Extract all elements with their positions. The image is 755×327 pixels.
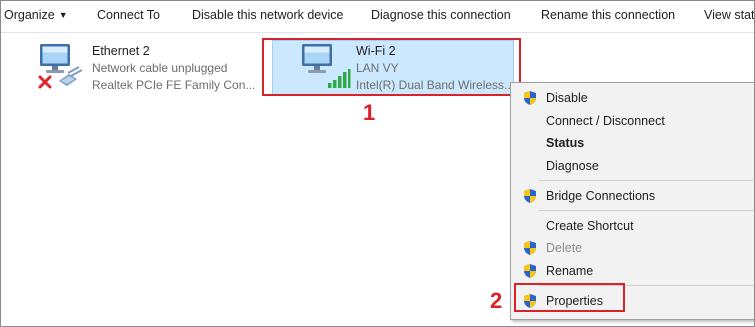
uac-shield-icon <box>524 264 536 278</box>
ethernet-device: Realtek PCIe FE Family Con... <box>92 78 256 92</box>
highlight-box-step1 <box>262 38 521 96</box>
menu-item-disable[interactable]: Disable <box>511 87 754 109</box>
connect-to-button[interactable]: Connect To <box>97 8 160 22</box>
menu-item-bridge-connections[interactable]: Bridge Connections <box>511 185 754 207</box>
menu-separator <box>539 180 753 181</box>
uac-shield-icon <box>524 189 536 203</box>
menu-item-connect-disconnect[interactable]: Connect / Disconnect <box>511 110 754 132</box>
ethernet-status: Network cable unplugged <box>92 61 228 75</box>
view-status-button[interactable]: View status of this connection <box>704 8 754 22</box>
menu-item-label: Status <box>546 136 585 150</box>
menu-separator <box>539 210 753 211</box>
menu-item-label: Connect / Disconnect <box>546 114 665 128</box>
uac-shield-icon <box>524 241 536 255</box>
menu-item-label: Create Shortcut <box>546 219 634 233</box>
organize-label: Organize <box>4 8 55 22</box>
diagnose-button[interactable]: Diagnose this connection <box>371 8 511 22</box>
red-x-disconnected-icon <box>38 75 52 89</box>
menu-item-rename[interactable]: Rename <box>511 260 754 282</box>
organize-button[interactable]: Organize ▼ <box>4 8 68 22</box>
rename-button[interactable]: Rename this connection <box>541 8 675 22</box>
menu-item-label: Diagnose <box>546 159 599 173</box>
menu-item-label: Disable <box>546 91 588 105</box>
menu-item-label: Rename <box>546 264 594 278</box>
menu-item-create-shortcut[interactable]: Create Shortcut <box>511 215 754 237</box>
menu-item-diagnose[interactable]: Diagnose <box>511 155 754 177</box>
disable-device-button[interactable]: Disable this network device <box>192 8 343 22</box>
ethernet-adapter-tile[interactable]: Ethernet 2 Network cable unplugged Realt… <box>35 41 255 97</box>
network-connections-window: Organize ▼ Connect To Disable this networ… <box>0 0 755 327</box>
chevron-down-icon: ▼ <box>58 10 68 20</box>
ethernet-name: Ethernet 2 <box>92 44 150 58</box>
step2-label: 2 <box>490 288 503 313</box>
menu-item-status[interactable]: Status <box>511 132 754 154</box>
uac-shield-icon <box>524 91 536 105</box>
command-bar: Organize ▼ Connect To Disable this networ… <box>1 1 754 33</box>
menu-item-label: Delete <box>546 241 583 255</box>
highlight-box-step2 <box>514 283 625 312</box>
menu-item-delete: Delete <box>511 237 754 259</box>
menu-item-label: Bridge Connections <box>546 189 656 203</box>
step1-label: 1 <box>363 100 376 125</box>
